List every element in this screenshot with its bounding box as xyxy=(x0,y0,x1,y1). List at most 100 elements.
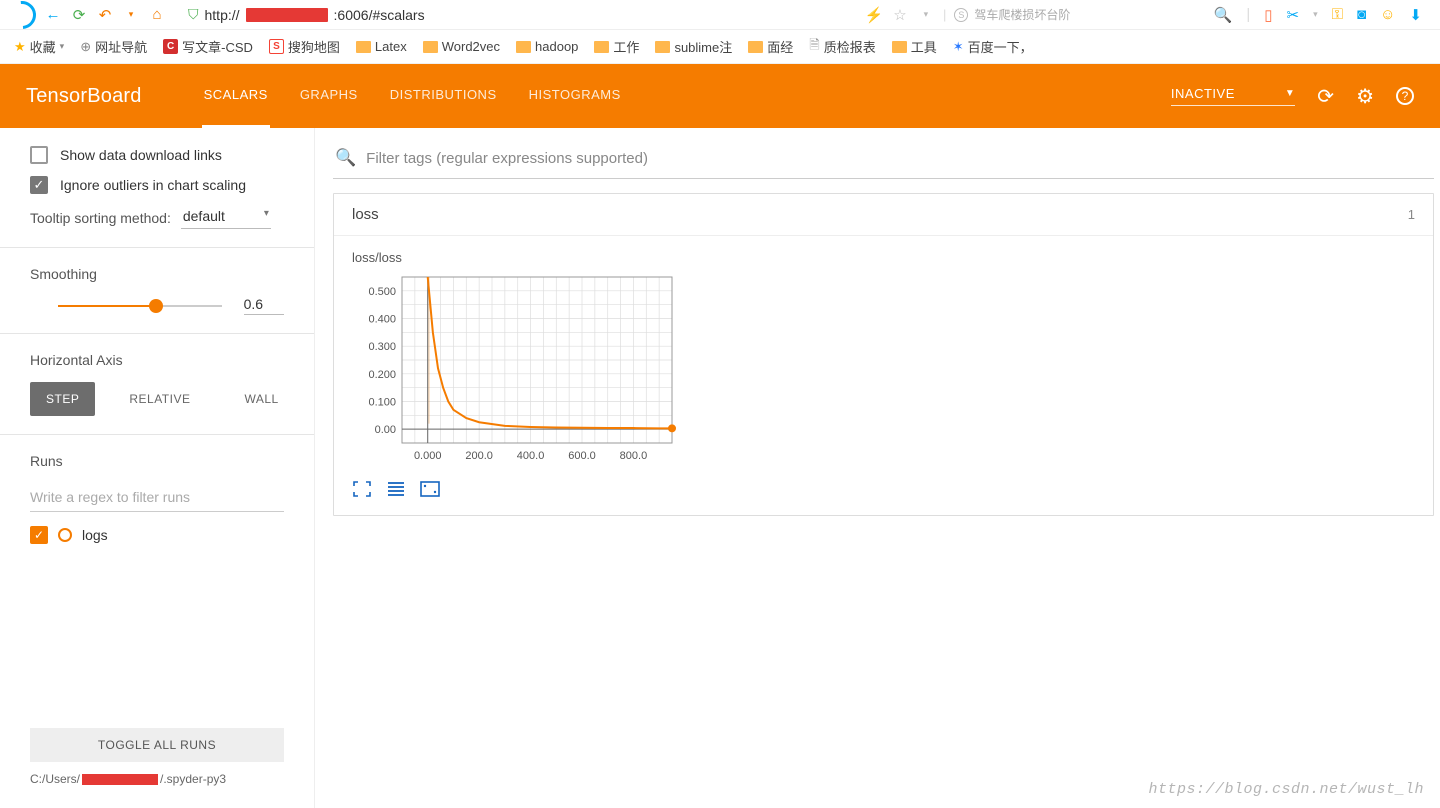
search-placeholder: 驾车爬楼损坏台阶 xyxy=(974,6,1070,23)
checkbox-checked-icon: ✓ xyxy=(30,176,48,194)
gear-icon[interactable]: ⚙ xyxy=(1356,84,1374,109)
svg-text:0.400: 0.400 xyxy=(368,314,396,326)
bookmark-tools[interactable]: 工具 xyxy=(892,37,937,56)
tooltip-sort-select[interactable]: default xyxy=(181,206,271,229)
horizontal-axis-label: Horizontal Axis xyxy=(30,352,284,368)
checkbox-checked-icon: ✓ xyxy=(30,526,48,544)
browser-search[interactable]: S 驾车爬楼损坏台阶 xyxy=(954,6,1070,23)
scissors-dropdown-icon[interactable]: ▾ xyxy=(1313,9,1318,20)
shield-icon: ⛉ xyxy=(188,6,199,23)
cube-icon[interactable]: ◙ xyxy=(1357,6,1366,23)
help-icon[interactable]: ? xyxy=(1396,87,1414,105)
folder-icon xyxy=(748,41,763,53)
tensorboard-header: TensorBoard SCALARS GRAPHS DISTRIBUTIONS… xyxy=(0,64,1440,128)
tab-scalars[interactable]: SCALARS xyxy=(202,64,270,128)
star-icon[interactable]: ☆ xyxy=(891,6,909,24)
folder-icon xyxy=(423,41,438,53)
checkbox-show-download[interactable]: Show data download links xyxy=(30,146,284,164)
tab-histograms[interactable]: HISTOGRAMS xyxy=(527,64,623,128)
scissors-icon[interactable]: ✂ xyxy=(1287,6,1300,24)
bookmark-w2v[interactable]: Word2vec xyxy=(423,39,500,54)
download-icon[interactable]: ⬇ xyxy=(1409,6,1422,24)
browser-toolbar: ← ⟳ ↶ ▾ ⌂ ⛉ http:// :6006/#scalars ⚡ ☆ ▾… xyxy=(0,0,1440,30)
refresh-icon[interactable]: ⟳ xyxy=(1317,84,1334,109)
search-icon: 🔍 xyxy=(335,148,356,168)
star-icon: ★ xyxy=(14,39,26,55)
svg-text:200.0: 200.0 xyxy=(465,450,493,462)
header-tabs: SCALARS GRAPHS DISTRIBUTIONS HISTOGRAMS xyxy=(202,64,623,128)
checkbox-label: Show data download links xyxy=(60,147,222,163)
bookmark-latex[interactable]: Latex xyxy=(356,39,407,54)
svg-text:0.100: 0.100 xyxy=(368,397,396,409)
checkbox-icon xyxy=(30,146,48,164)
key-icon[interactable]: ⚿ xyxy=(1332,6,1343,23)
sidebar: Show data download links ✓ Ignore outlie… xyxy=(0,128,315,808)
folder-icon xyxy=(516,41,531,53)
search-icon[interactable]: 🔍 xyxy=(1214,6,1233,24)
hax-step-button[interactable]: STEP xyxy=(30,382,95,416)
slider-thumb[interactable] xyxy=(149,299,163,313)
folder-icon xyxy=(655,41,670,53)
svg-text:600.0: 600.0 xyxy=(568,450,596,462)
svg-text:400.0: 400.0 xyxy=(517,450,545,462)
toggle-all-runs-button[interactable]: TOGGLE ALL RUNS xyxy=(30,728,284,762)
csdn-icon: C xyxy=(163,39,178,54)
content-area: 🔍 loss 1 loss/loss 0.000.1000.2000.3000.… xyxy=(315,128,1440,808)
bookmark-work[interactable]: 工作 xyxy=(594,37,639,56)
group-header[interactable]: loss 1 xyxy=(334,194,1433,236)
bookmark-nav[interactable]: ⊕网址导航 xyxy=(80,37,147,56)
run-item-logs[interactable]: ✓ logs xyxy=(30,526,284,544)
status-dropdown[interactable]: INACTIVE ▼ xyxy=(1171,86,1295,106)
runs-filter-input[interactable] xyxy=(30,483,284,512)
svg-text:800.0: 800.0 xyxy=(620,450,648,462)
runs-label: Runs xyxy=(30,453,284,469)
back-icon[interactable]: ← xyxy=(44,6,62,24)
tag-filter-input[interactable] xyxy=(366,150,1432,167)
home-icon[interactable]: ⌂ xyxy=(148,6,166,24)
phone-icon[interactable]: ▯ xyxy=(1264,6,1272,24)
smile-icon[interactable]: ☺ xyxy=(1380,6,1395,23)
brand-title: TensorBoard xyxy=(26,85,142,108)
bookmark-qc[interactable]: 🗎质检报表 xyxy=(809,36,875,58)
chart-title: loss/loss xyxy=(352,250,682,265)
folder-icon xyxy=(356,41,371,53)
undo-dropdown-icon[interactable]: ▾ xyxy=(122,6,140,24)
hax-relative-button[interactable]: RELATIVE xyxy=(113,382,206,416)
tab-distributions[interactable]: DISTRIBUTIONS xyxy=(388,64,499,128)
svg-text:0.00: 0.00 xyxy=(375,424,396,436)
bookmarks-bar: ★收藏▾ ⊕网址导航 C写文章-CSD S搜狗地图 Latex Word2vec… xyxy=(0,30,1440,64)
undo-icon[interactable]: ↶ xyxy=(96,6,114,24)
url-bar[interactable]: ⛉ http:// :6006/#scalars xyxy=(188,6,425,23)
group-name: loss xyxy=(352,206,379,223)
flash-icon[interactable]: ⚡ xyxy=(865,6,883,24)
search-engine-icon: S xyxy=(954,8,968,22)
chevron-down-icon: ▼ xyxy=(1285,88,1295,99)
bookmark-hadoop[interactable]: hadoop xyxy=(516,39,578,54)
expand-icon[interactable] xyxy=(352,481,372,497)
run-color-dot xyxy=(58,528,72,542)
svg-text:0.000: 0.000 xyxy=(414,450,442,462)
smoothing-slider[interactable] xyxy=(58,305,222,307)
folder-icon xyxy=(892,41,907,53)
svg-text:0.200: 0.200 xyxy=(368,369,396,381)
loss-chart[interactable]: 0.000.1000.2000.3000.4000.5000.000200.04… xyxy=(352,271,682,471)
group-count: 1 xyxy=(1408,207,1415,222)
scalar-group-loss: loss 1 loss/loss 0.000.1000.2000.3000.40… xyxy=(333,193,1434,516)
bookmark-csdn[interactable]: C写文章-CSD xyxy=(163,37,253,56)
fit-icon[interactable] xyxy=(420,481,440,497)
run-name: logs xyxy=(82,527,108,543)
bookmark-mianjing[interactable]: 面经 xyxy=(748,37,793,56)
tab-graphs[interactable]: GRAPHS xyxy=(298,64,360,128)
bookmark-sublime[interactable]: sublime注 xyxy=(655,37,732,56)
watermark-text: https://blog.csdn.net/wust_lh xyxy=(1148,781,1424,798)
checkbox-ignore-outliers[interactable]: ✓ Ignore outliers in chart scaling xyxy=(30,176,284,194)
list-icon[interactable] xyxy=(386,481,406,497)
hax-wall-button[interactable]: WALL xyxy=(228,382,294,416)
bookmark-baidu[interactable]: ✶百度一下， xyxy=(953,37,1033,56)
bookmark-favorites[interactable]: ★收藏▾ xyxy=(14,37,64,56)
star-dropdown-icon[interactable]: ▾ xyxy=(917,6,935,24)
reload-icon[interactable]: ⟳ xyxy=(70,6,88,24)
smoothing-value[interactable]: 0.6 xyxy=(244,296,284,315)
folder-icon xyxy=(594,41,609,53)
bookmark-sogou[interactable]: S搜狗地图 xyxy=(269,37,340,56)
